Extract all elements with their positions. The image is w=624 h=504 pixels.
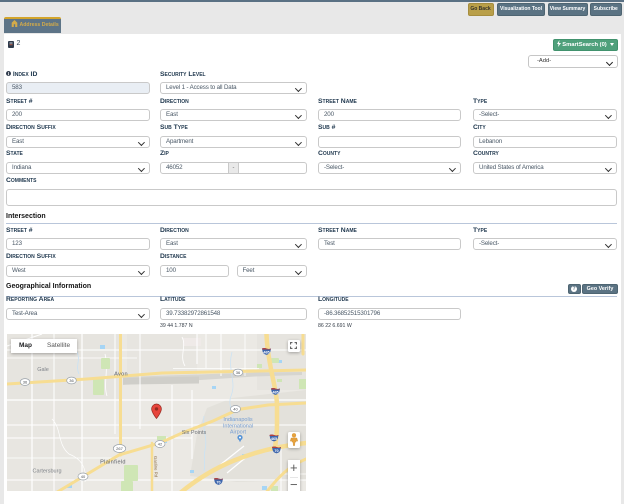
svg-text:267: 267 bbox=[116, 446, 123, 451]
svg-text:Indianapolis: Indianapolis bbox=[223, 417, 253, 423]
svg-text:465: 465 bbox=[272, 391, 278, 395]
svg-text:70: 70 bbox=[216, 481, 220, 485]
svg-text:Avon: Avon bbox=[114, 372, 128, 378]
svg-text:Airport: Airport bbox=[230, 430, 247, 436]
svg-text:36: 36 bbox=[236, 370, 241, 375]
svg-text:Plainfield: Plainfield bbox=[100, 460, 126, 466]
svg-text:Six Points: Six Points bbox=[182, 430, 207, 436]
svg-text:40: 40 bbox=[233, 407, 238, 412]
svg-text:465: 465 bbox=[271, 437, 277, 441]
svg-text:42: 42 bbox=[158, 442, 163, 447]
svg-text:465: 465 bbox=[263, 351, 269, 355]
svg-text:36: 36 bbox=[69, 378, 74, 383]
svg-text:Cartersburg: Cartersburg bbox=[32, 469, 61, 475]
svg-text:70: 70 bbox=[274, 449, 278, 453]
svg-text:Gale: Gale bbox=[37, 367, 49, 373]
svg-text:40: 40 bbox=[81, 474, 86, 479]
svg-text:36: 36 bbox=[23, 380, 28, 385]
svg-text:Gasline Rd: Gasline Rd bbox=[153, 456, 159, 478]
